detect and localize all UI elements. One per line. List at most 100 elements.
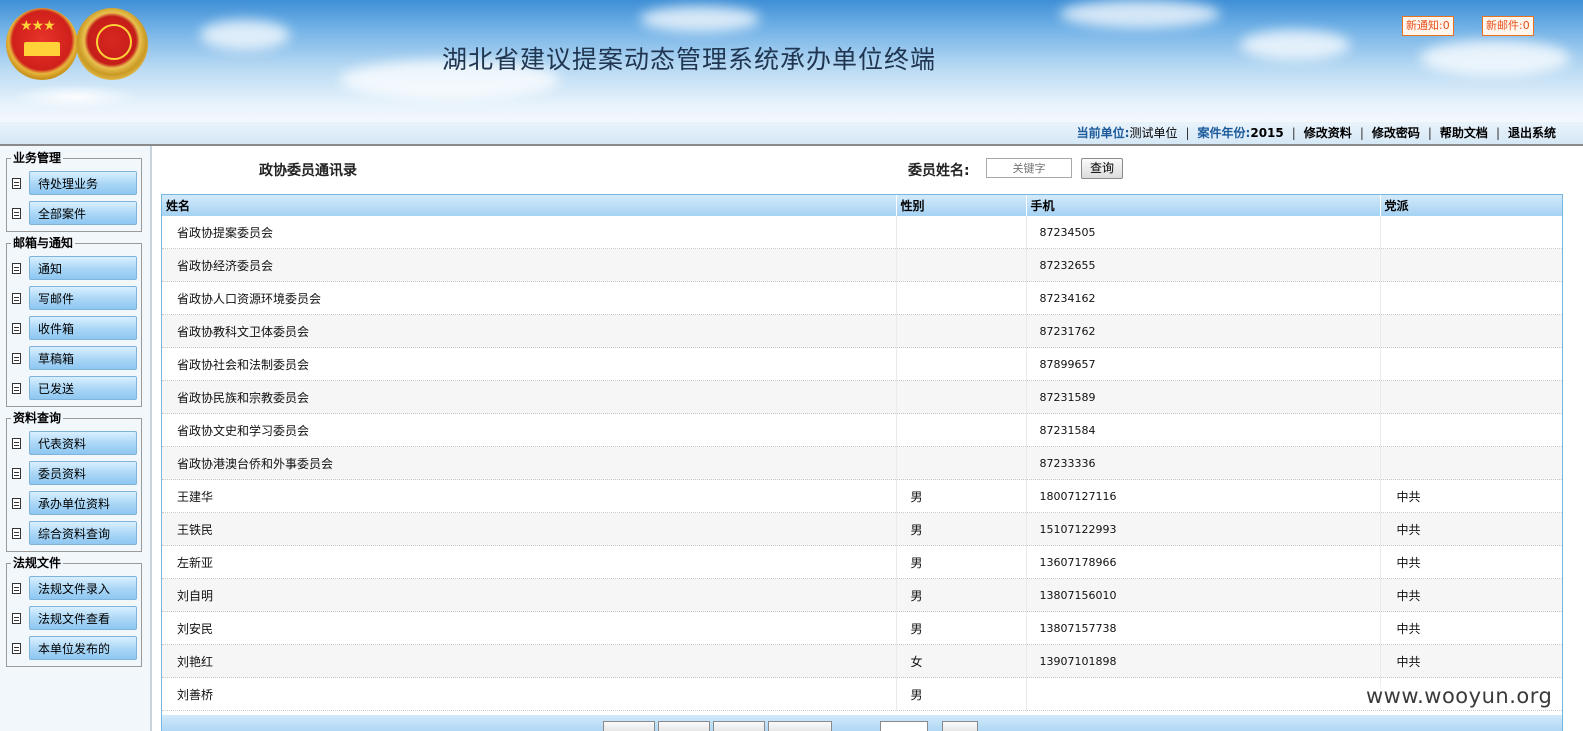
table-row[interactable]: 省政协港澳台侨和外事委员会 87233336 bbox=[162, 446, 1562, 480]
table-row[interactable]: 王建华男 18007127116 中共 bbox=[162, 479, 1562, 513]
document-icon bbox=[12, 323, 21, 334]
cell-name: 省政协社会和法制委员会 bbox=[162, 347, 897, 381]
sidebar-item-drafts[interactable]: 草稿箱 bbox=[10, 346, 138, 372]
sidebar-item-label[interactable]: 委员资料 bbox=[29, 461, 137, 485]
sidebar-item-units[interactable]: 承办单位资料 bbox=[10, 491, 138, 517]
column-header-name[interactable]: 姓名 bbox=[162, 195, 897, 216]
cell-phone: 13907101898 bbox=[1026, 644, 1381, 678]
column-header-party[interactable]: 党派 bbox=[1380, 195, 1562, 216]
sidebar-item-members[interactable]: 委员资料 bbox=[10, 461, 138, 487]
change-password-link[interactable]: 修改密码 bbox=[1372, 126, 1420, 140]
cell-gender bbox=[896, 314, 1027, 348]
sidebar-item-regulation-entry[interactable]: 法规文件录入 bbox=[10, 576, 138, 602]
last-page-button[interactable] bbox=[768, 721, 832, 731]
cell-phone: 18007127116 bbox=[1026, 479, 1381, 513]
sidebar-item-pending[interactable]: 待处理业务 bbox=[10, 171, 138, 197]
cell-phone: 87232655 bbox=[1026, 248, 1381, 282]
document-icon bbox=[12, 528, 21, 539]
table-body: 省政协提案委员会 87234505 省政协经济委员会 87232655 省政协人口资源环… bbox=[162, 216, 1562, 711]
cell-phone: 87231584 bbox=[1026, 413, 1381, 447]
cell-gender bbox=[896, 413, 1027, 447]
sidebar-item-deputies[interactable]: 代表资料 bbox=[10, 431, 138, 457]
cell-party bbox=[1380, 413, 1562, 447]
help-docs-link[interactable]: 帮助文档 bbox=[1440, 126, 1488, 140]
cell-gender: 男 bbox=[896, 479, 1027, 513]
cell-name: 省政协港澳台侨和外事委员会 bbox=[162, 446, 897, 480]
sidebar-item-label[interactable]: 待处理业务 bbox=[29, 171, 137, 195]
sidebar-item-label[interactable]: 已发送 bbox=[29, 376, 137, 400]
column-header-phone[interactable]: 手机 bbox=[1026, 195, 1381, 216]
document-icon bbox=[12, 498, 21, 509]
cloud-decoration bbox=[1240, 30, 1350, 60]
prev-page-button[interactable] bbox=[658, 721, 710, 731]
document-icon bbox=[12, 613, 21, 624]
table-row[interactable]: 刘艳红女 13907101898 中共 bbox=[162, 644, 1562, 678]
national-emblem-icon: ★★★ bbox=[6, 8, 78, 80]
table-row[interactable]: 王铁民男 15107122993 中共 bbox=[162, 512, 1562, 546]
sidebar-item-general-query[interactable]: 综合资料查询 bbox=[10, 521, 138, 547]
sidebar-item-label[interactable]: 写邮件 bbox=[29, 286, 137, 310]
new-mail-badge[interactable]: 新邮件:0 bbox=[1482, 16, 1534, 36]
sidebar-item-notice[interactable]: 通知 bbox=[10, 256, 138, 282]
sidebar-item-label[interactable]: 草稿箱 bbox=[29, 346, 137, 370]
separator: | bbox=[1359, 126, 1364, 140]
system-title: 湖北省建议提案动态管理系统承办单位终端 bbox=[442, 45, 937, 74]
sidebar-item-all-cases[interactable]: 全部案件 bbox=[10, 201, 138, 227]
sidebar-item-label[interactable]: 承办单位资料 bbox=[29, 491, 137, 515]
search-button[interactable]: 查询 bbox=[1081, 158, 1123, 179]
table-row[interactable]: 刘安民男 13807157738 中共 bbox=[162, 611, 1562, 645]
separator: | bbox=[1185, 126, 1190, 140]
table-row[interactable]: 省政协提案委员会 87234505 bbox=[162, 216, 1562, 249]
search-input[interactable] bbox=[986, 158, 1072, 178]
table-row[interactable]: 省政协社会和法制委员会 87899657 bbox=[162, 347, 1562, 381]
go-page-button[interactable] bbox=[942, 721, 978, 731]
cell-name: 刘艳红 bbox=[162, 644, 897, 678]
next-page-button[interactable] bbox=[713, 721, 765, 731]
current-unit-value: 测试单位 bbox=[1129, 126, 1178, 140]
sidebar-item-label[interactable]: 综合资料查询 bbox=[29, 521, 137, 545]
logout-link[interactable]: 退出系统 bbox=[1508, 126, 1556, 140]
new-notice-badge[interactable]: 新通知:0 bbox=[1402, 16, 1454, 36]
edit-profile-link[interactable]: 修改资料 bbox=[1304, 126, 1352, 140]
cell-phone bbox=[1026, 677, 1381, 711]
table-row[interactable]: 省政协教科文卫体委员会 87231762 bbox=[162, 314, 1562, 348]
table-row[interactable]: 省政协文史和学习委员会 87231584 bbox=[162, 413, 1562, 447]
table-row[interactable]: 左新亚男 13607178966 中共 bbox=[162, 545, 1562, 579]
cell-party bbox=[1380, 281, 1562, 315]
table-row[interactable]: 省政协经济委员会 87232655 bbox=[162, 248, 1562, 282]
table-row[interactable]: 省政协人口资源环境委员会 87234162 bbox=[162, 281, 1562, 315]
cloud-decoration bbox=[640, 6, 760, 32]
cell-gender: 男 bbox=[896, 578, 1027, 612]
cell-party bbox=[1380, 216, 1562, 249]
page-number-input[interactable] bbox=[880, 721, 928, 731]
sidebar-item-label[interactable]: 法规文件录入 bbox=[29, 576, 137, 600]
sidebar-item-label[interactable]: 本单位发布的 bbox=[29, 636, 137, 660]
sidebar-item-own-published[interactable]: 本单位发布的 bbox=[10, 636, 138, 662]
sidebar-item-regulation-view[interactable]: 法规文件查看 bbox=[10, 606, 138, 632]
cell-gender bbox=[896, 216, 1027, 249]
sidebar-item-label[interactable]: 通知 bbox=[29, 256, 137, 280]
cell-party bbox=[1380, 314, 1562, 348]
cell-party: 中共 bbox=[1380, 578, 1562, 612]
cell-phone: 87231589 bbox=[1026, 380, 1381, 414]
sidebar-item-label[interactable]: 法规文件查看 bbox=[29, 606, 137, 630]
sidebar-item-label[interactable]: 全部案件 bbox=[29, 201, 137, 225]
table-row[interactable]: 省政协民族和宗教委员会 87231589 bbox=[162, 380, 1562, 414]
sidebar-item-label[interactable]: 代表资料 bbox=[29, 431, 137, 455]
cell-name: 刘自明 bbox=[162, 578, 897, 612]
sidebar-item-inbox[interactable]: 收件箱 bbox=[10, 316, 138, 342]
sidebar-item-sent[interactable]: 已发送 bbox=[10, 376, 138, 402]
menu-group-title: 邮箱与通知 bbox=[11, 236, 76, 250]
first-page-button[interactable] bbox=[603, 721, 655, 731]
column-header-gender[interactable]: 性别 bbox=[896, 195, 1027, 216]
sidebar-item-label[interactable]: 收件箱 bbox=[29, 316, 137, 340]
cell-name: 王铁民 bbox=[162, 512, 897, 546]
cell-gender bbox=[896, 248, 1027, 282]
emblem-base-decoration bbox=[10, 84, 140, 110]
sidebar-item-compose[interactable]: 写邮件 bbox=[10, 286, 138, 312]
table-row[interactable]: 刘自明男 13807156010 中共 bbox=[162, 578, 1562, 612]
cppcc-emblem-icon bbox=[76, 8, 148, 80]
cell-phone: 87234505 bbox=[1026, 216, 1381, 249]
main-content: 政协委员通讯录 委员姓名: 查询 姓名 性别 手机 党派 省政协提案委员会 872… bbox=[152, 146, 1583, 731]
table-row[interactable]: 刘善桥男 bbox=[162, 677, 1562, 711]
